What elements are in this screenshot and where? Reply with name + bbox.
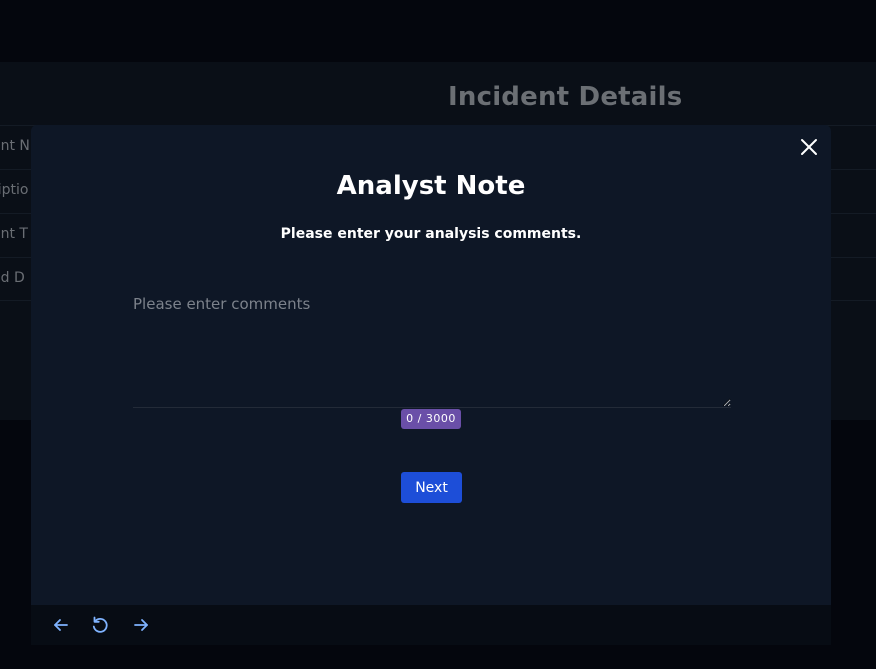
- next-button[interactable]: Next: [401, 472, 462, 503]
- modal-title: Analyst Note: [336, 171, 526, 201]
- character-counter-badge: 0 / 3000: [401, 409, 461, 429]
- arrow-right-icon[interactable]: [131, 615, 151, 635]
- analyst-note-modal: Analyst Note Please enter your analysis …: [31, 125, 831, 645]
- modal-subtitle: Please enter your analysis comments.: [280, 226, 582, 242]
- incident-details-title: Incident Details: [448, 82, 683, 112]
- detail-row-label: ed D: [0, 270, 25, 286]
- modal-footer-toolbar: [31, 605, 831, 645]
- detail-row-label: riptio: [0, 182, 29, 198]
- detail-row-label: ent N: [0, 138, 30, 154]
- detail-row-label: ent T: [0, 226, 28, 242]
- close-icon[interactable]: [799, 137, 819, 157]
- arrow-left-icon[interactable]: [51, 615, 71, 635]
- comments-textarea[interactable]: [133, 283, 731, 408]
- refresh-icon[interactable]: [90, 615, 110, 635]
